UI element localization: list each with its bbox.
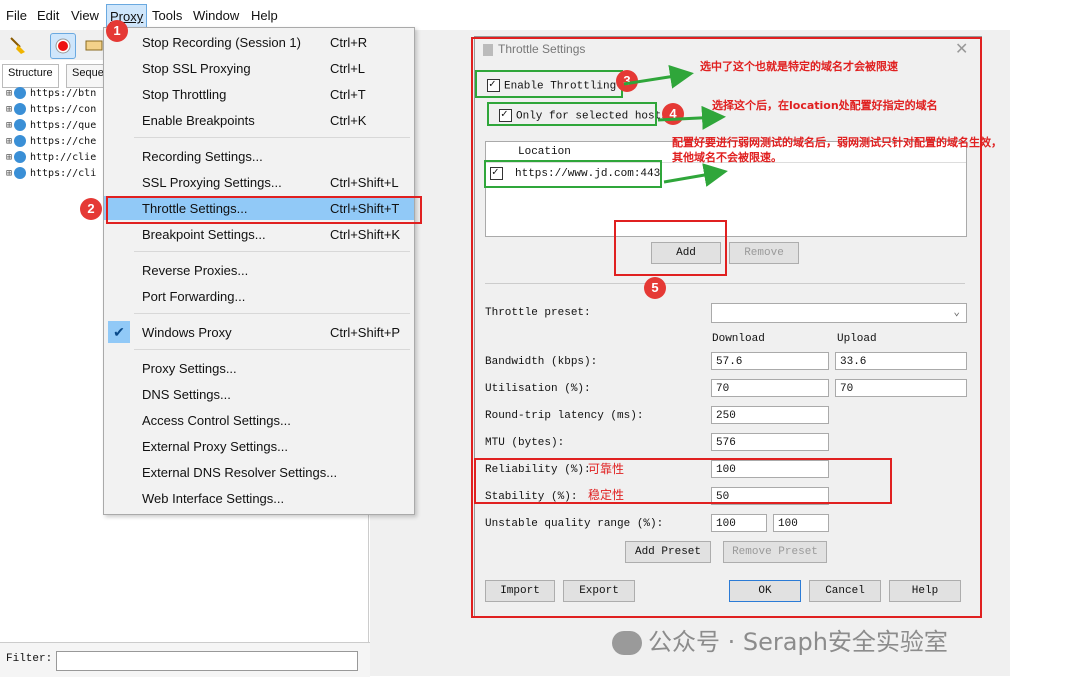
note-step-3: 选中了这个也就是特定的域名才会被限速 bbox=[700, 60, 898, 73]
arrow-5 bbox=[663, 163, 728, 187]
note-step-4: 选择这个后，在location处配置好指定的域名 bbox=[712, 99, 938, 112]
arrow-3 bbox=[623, 64, 694, 89]
arrow-4 bbox=[657, 105, 726, 130]
reliability-note: 可靠性 bbox=[588, 462, 625, 476]
wechat-icon bbox=[612, 631, 642, 655]
note-step-5-line2: 其他域名不会被限速。 bbox=[672, 151, 782, 164]
note-step-5-line1: 配置好要进行弱网测试的域名后，弱网测试只针对配置的域名生效， bbox=[672, 136, 1002, 149]
stability-note: 稳定性 bbox=[588, 488, 625, 502]
watermark: 公众号 · Seraph安全实验室 bbox=[612, 622, 948, 657]
